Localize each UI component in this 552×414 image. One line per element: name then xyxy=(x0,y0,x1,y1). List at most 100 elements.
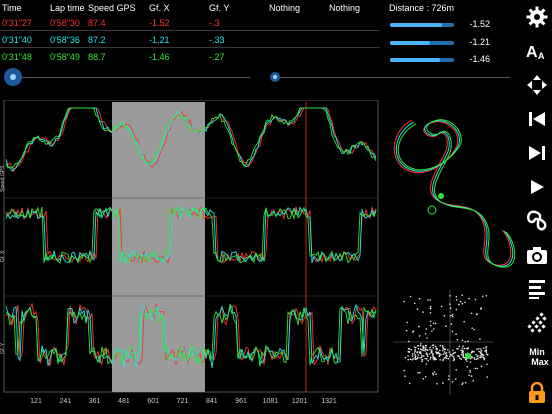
gg-point xyxy=(485,346,488,348)
gg-point xyxy=(481,355,483,357)
row-speed: 87.4 xyxy=(88,18,106,28)
sectors-icon[interactable] xyxy=(524,310,550,336)
gg-point xyxy=(455,333,457,335)
gg-point xyxy=(469,369,471,372)
telemetry-chart[interactable] xyxy=(0,100,380,400)
skip-forward-icon[interactable] xyxy=(524,140,550,166)
gg-point xyxy=(434,345,437,348)
camera-icon[interactable] xyxy=(524,242,550,268)
gg-point xyxy=(473,357,475,359)
gg-point xyxy=(448,375,450,377)
font-size-icon[interactable]: AA xyxy=(524,38,550,64)
gg-point xyxy=(408,382,411,385)
gg-point xyxy=(430,351,433,353)
gg-point xyxy=(421,360,423,363)
gg-point xyxy=(424,347,427,349)
gg-point xyxy=(433,371,436,373)
gg-point xyxy=(440,353,442,356)
gg-point xyxy=(444,356,447,359)
gg-point xyxy=(425,363,428,365)
gg-point xyxy=(435,351,438,354)
gg-point xyxy=(410,348,412,351)
gg-point xyxy=(424,333,427,335)
gg-point xyxy=(480,353,483,356)
toolbar: AA Min Max xyxy=(521,0,552,414)
gg-current-point xyxy=(465,353,471,359)
gg-point xyxy=(463,347,466,350)
gg-point xyxy=(450,354,453,356)
gg-point xyxy=(431,349,433,351)
track-line-cyan xyxy=(395,120,514,267)
gg-point xyxy=(466,347,468,350)
gg-point xyxy=(422,355,425,357)
gg-point xyxy=(449,355,451,358)
skip-back-icon[interactable] xyxy=(524,106,550,132)
gg-point xyxy=(452,315,454,318)
gg-point xyxy=(457,355,459,357)
track-map-icon[interactable] xyxy=(524,208,550,234)
header-time: Time xyxy=(2,3,22,13)
gg-point xyxy=(419,352,421,354)
gg-point xyxy=(471,327,473,329)
gg-point xyxy=(440,305,443,308)
lock-icon[interactable] xyxy=(524,380,550,406)
zoom-arrows-icon[interactable] xyxy=(524,72,550,98)
gg-point xyxy=(456,339,459,341)
gg-point xyxy=(460,349,462,351)
gg-point xyxy=(438,355,441,358)
gg-point xyxy=(414,348,416,351)
gg-point xyxy=(439,359,441,361)
x-tick-label: 241 xyxy=(59,398,72,405)
gg-point xyxy=(464,381,467,384)
gg-point xyxy=(455,369,457,371)
gg-point xyxy=(463,320,465,323)
gg-point xyxy=(486,376,489,378)
left-slider-track[interactable] xyxy=(10,77,250,78)
gg-point xyxy=(411,353,414,355)
gg-point xyxy=(426,355,429,357)
row-divider xyxy=(0,47,380,48)
gg-point xyxy=(426,337,428,339)
gg-point xyxy=(466,366,469,368)
gg-point xyxy=(417,372,419,374)
gg-point xyxy=(478,348,480,350)
play-icon[interactable] xyxy=(524,174,550,200)
gg-point xyxy=(450,315,452,317)
gg-point xyxy=(486,363,488,366)
track-map[interactable] xyxy=(382,100,520,280)
right-slider-track[interactable] xyxy=(270,77,510,78)
gg-point xyxy=(448,351,451,353)
gg-point xyxy=(479,352,482,354)
gg-point xyxy=(451,330,454,333)
gg-point xyxy=(462,350,464,353)
gg-point xyxy=(432,344,435,346)
gauge-value: -1.46 xyxy=(469,54,490,64)
left-slider-knob[interactable] xyxy=(4,68,22,86)
gg-point xyxy=(426,349,429,351)
gg-point xyxy=(476,367,478,370)
min-max-icon[interactable]: Min Max xyxy=(524,344,550,370)
row-gfy: -.27 xyxy=(209,52,225,62)
gg-point xyxy=(464,301,466,304)
x-tick-label: 1321 xyxy=(321,398,337,405)
row-gfx: -1.21 xyxy=(149,35,170,45)
row-divider xyxy=(0,30,380,31)
gg-point xyxy=(403,369,405,372)
gg-point xyxy=(441,349,444,352)
gg-point xyxy=(407,358,409,361)
gg-point xyxy=(417,344,419,347)
right-slider-knob[interactable] xyxy=(270,72,280,82)
gg-point xyxy=(422,347,424,350)
gg-point xyxy=(424,357,426,360)
gg-point xyxy=(425,328,427,330)
gg-point xyxy=(406,321,408,324)
gg-point xyxy=(429,305,432,308)
list-icon[interactable] xyxy=(524,276,550,302)
row-lap-time: 0'58"36 xyxy=(50,35,80,45)
gg-point xyxy=(455,295,458,298)
gg-point xyxy=(407,348,410,350)
gg-point xyxy=(429,358,432,360)
settings-gear-icon[interactable] xyxy=(524,4,550,30)
gg-scatter xyxy=(393,290,493,395)
gg-point xyxy=(404,375,406,377)
